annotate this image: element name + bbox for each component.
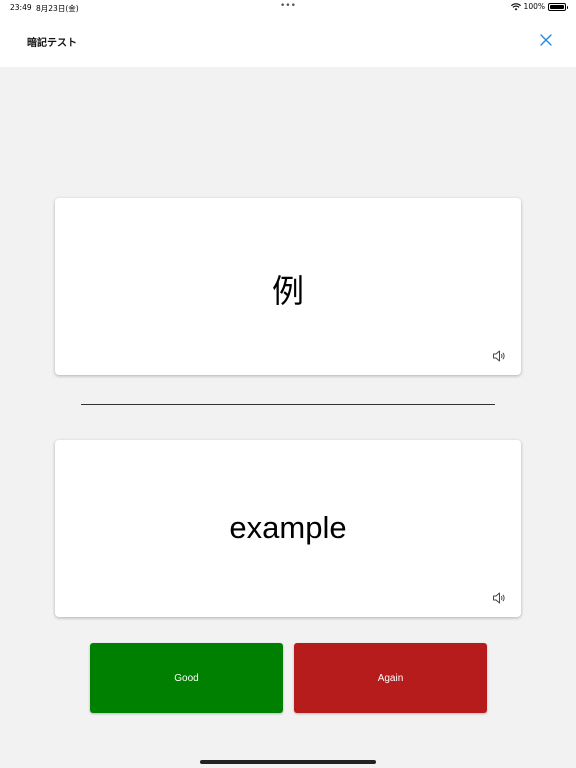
close-icon[interactable] [538, 32, 554, 48]
status-bar: 23:49 8月23日(金) ••• 100% [0, 0, 576, 14]
speaker-icon[interactable] [492, 349, 506, 363]
back-card[interactable]: example [55, 440, 521, 617]
good-button[interactable]: Good [90, 643, 283, 713]
battery-icon [548, 2, 568, 11]
front-card[interactable]: 例 [55, 198, 521, 375]
again-button[interactable]: Again [294, 643, 487, 713]
home-indicator[interactable] [200, 760, 376, 764]
back-card-text: example [229, 510, 347, 545]
multitasking-dots-icon[interactable]: ••• [280, 1, 296, 11]
speaker-icon[interactable] [492, 591, 506, 605]
status-time: 23:49 [10, 3, 32, 12]
wifi-icon [510, 2, 521, 10]
card-divider [81, 404, 495, 405]
status-date: 8月23日(金) [36, 4, 79, 13]
status-right: 100% [510, 2, 568, 11]
front-card-text: 例 [271, 272, 304, 310]
page-title: 暗記テスト [27, 38, 77, 49]
nav-bar: 暗記テスト [0, 14, 576, 67]
battery-percent: 100% [523, 2, 545, 11]
